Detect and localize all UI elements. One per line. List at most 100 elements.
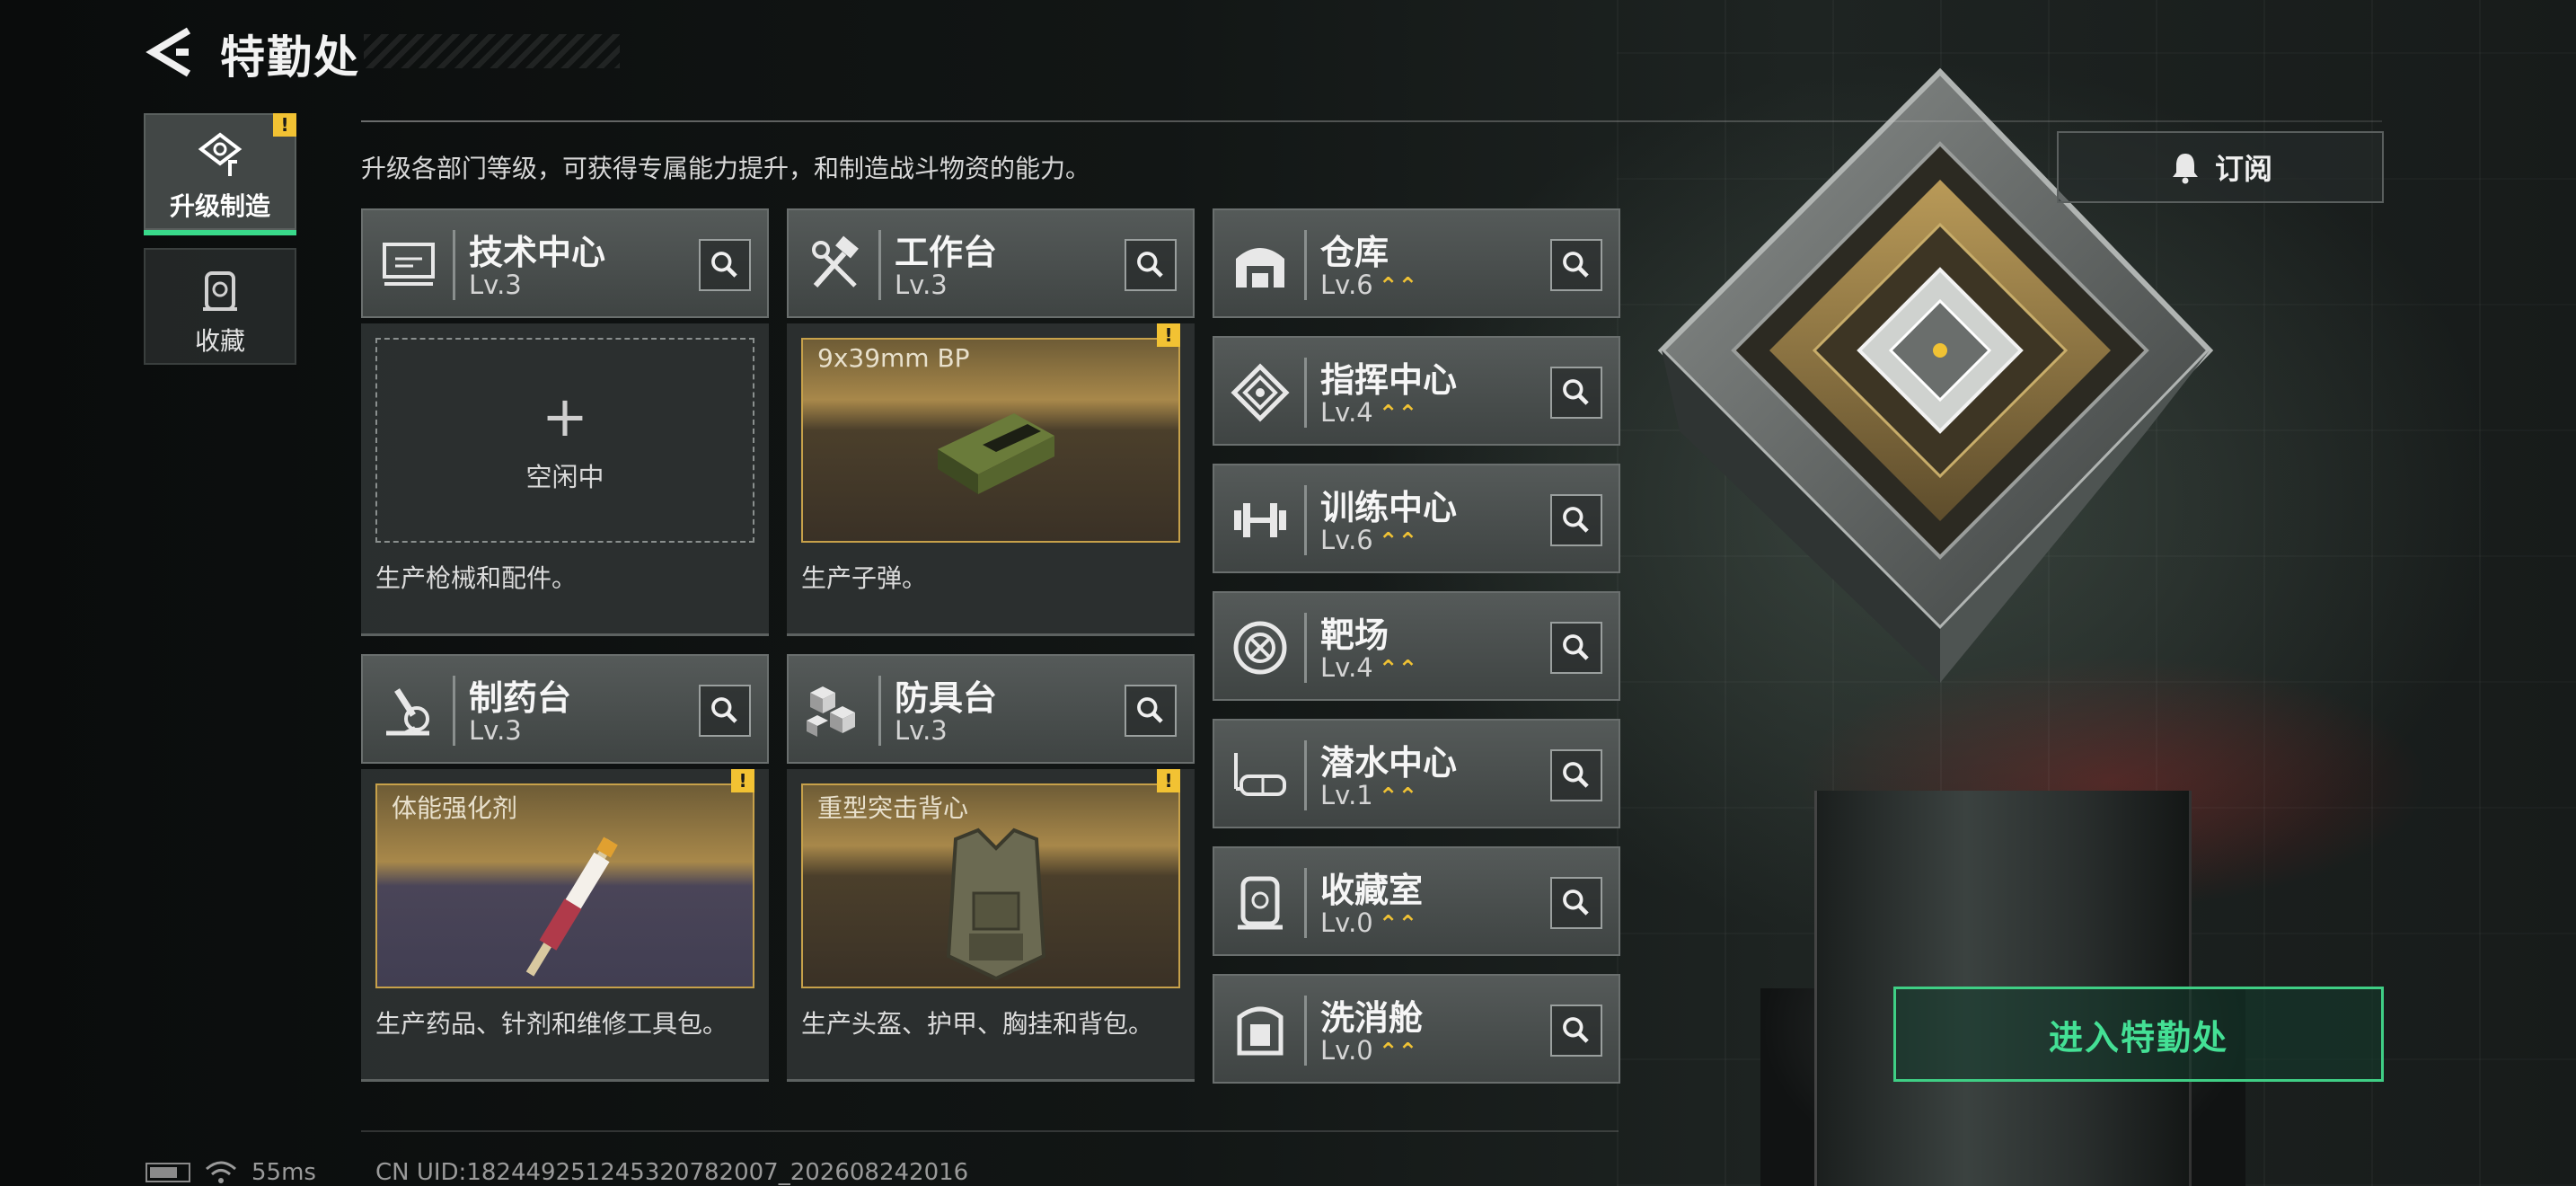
dept-name: 洗消舱 xyxy=(1320,998,1424,1038)
dept-name: 靶场 xyxy=(1320,615,1389,655)
level-text: Lv.0 xyxy=(1320,907,1373,938)
search-icon xyxy=(1563,762,1589,788)
dept-card-decon-chamber[interactable]: 洗消舱 Lv.0 ⌃⌃ xyxy=(1213,974,1620,1084)
dept-name: 仓库 xyxy=(1320,233,1389,272)
dept-level: Lv.3 xyxy=(469,715,522,746)
production-caption: 生产药品、针剂和维修工具包。 xyxy=(375,1009,728,1039)
dept-card-collection-room[interactable]: 收藏室 Lv.0 ⌃⌃ xyxy=(1213,846,1620,956)
level-text: Lv.0 xyxy=(1320,1035,1373,1066)
production-caption: 生产枪械和配件。 xyxy=(375,563,578,593)
armor-blocks-icon xyxy=(807,686,855,737)
dept-card-training-center[interactable]: 训练中心 Lv.6 ⌃⌃ xyxy=(1213,464,1620,573)
upgrade-available-icon: ⌃⌃ xyxy=(1378,783,1418,810)
warehouse-icon xyxy=(1236,248,1284,288)
production-panel-tech-center: + 空闲中 生产枪械和配件。 xyxy=(361,323,769,636)
tab-label: 升级制造 xyxy=(169,191,270,221)
dept-card-shooting-range[interactable]: 靶场 Lv.4 ⌃⌃ xyxy=(1213,591,1620,701)
microscope-icon xyxy=(386,688,429,736)
active-tab-indicator xyxy=(144,230,296,235)
ready-alert-badge: ! xyxy=(1157,769,1180,792)
search-button[interactable] xyxy=(699,239,751,291)
slot-status: 空闲中 xyxy=(525,462,604,492)
ping-value: 55ms xyxy=(251,1159,316,1186)
upgrade-available-icon: ⌃⌃ xyxy=(1378,1038,1418,1066)
dept-card-armor-bench[interactable]: 防具台 Lv.3 xyxy=(787,654,1195,764)
page-description: 升级各部门等级，可获得专属能力提升，和制造战斗物资的能力。 xyxy=(361,154,1091,183)
decon-chamber-icon xyxy=(1237,1006,1284,1056)
production-slot-active[interactable]: 体能强化剂 xyxy=(375,783,754,988)
status-bar: 55ms CN UID:18244925124532078​2007_20260… xyxy=(146,1159,968,1186)
dept-card-warehouse[interactable]: 仓库 Lv.6 ⌃⌃ xyxy=(1213,208,1620,318)
ammo-box-image xyxy=(938,413,1054,494)
search-button[interactable] xyxy=(1550,367,1602,419)
target-icon xyxy=(1233,621,1287,675)
separator xyxy=(1304,485,1307,555)
search-button[interactable] xyxy=(1550,622,1602,674)
production-caption: 生产子弹。 xyxy=(801,563,928,593)
search-button[interactable] xyxy=(1125,239,1177,291)
dept-level: Lv.3 xyxy=(895,715,948,746)
dept-level: Lv.6 ⌃⌃ xyxy=(1320,525,1417,555)
search-button[interactable] xyxy=(1550,239,1602,291)
bottom-divider xyxy=(361,1130,1619,1132)
search-button[interactable] xyxy=(1550,494,1602,546)
search-icon xyxy=(1563,890,1589,916)
bell-icon xyxy=(2172,154,2198,184)
tab-label: 收藏 xyxy=(194,326,245,356)
back-arrow-icon[interactable] xyxy=(144,25,194,79)
production-slot-idle[interactable]: + 空闲中 xyxy=(375,338,754,543)
upgrade-available-icon: ⌃⌃ xyxy=(1378,527,1418,555)
production-panel-workbench: 9x39mm BP ! 生产子弹。 xyxy=(787,323,1195,636)
vest-image xyxy=(946,828,1046,981)
search-button[interactable] xyxy=(1550,749,1602,801)
upgrade-available-icon: ⌃⌃ xyxy=(1378,272,1418,300)
enter-special-ops-button[interactable]: 进入特勤处 xyxy=(1893,987,2384,1082)
dept-card-workbench[interactable]: 工作台 Lv.3 xyxy=(787,208,1195,318)
subscribe-button[interactable]: 订阅 xyxy=(2057,131,2384,203)
dept-level: Lv.0 ⌃⌃ xyxy=(1320,907,1417,938)
dept-card-tech-center[interactable]: 技术中心 Lv.3 xyxy=(361,208,769,318)
level-text: Lv.1 xyxy=(1320,780,1373,810)
page-title: 特勤处 xyxy=(220,31,360,84)
dept-name: 潜水中心 xyxy=(1320,743,1458,783)
wifi-icon xyxy=(206,1161,236,1183)
dept-level: Lv.3 xyxy=(895,270,948,300)
upgrade-available-icon: ⌃⌃ xyxy=(1378,910,1418,938)
tab-upgrade-craft[interactable]: 升级制造 ! xyxy=(144,113,296,235)
separator xyxy=(1304,358,1307,428)
item-name: 体能强化剂 xyxy=(392,793,518,823)
dumbbell-icon xyxy=(1234,503,1286,537)
separator xyxy=(453,230,455,300)
upgrade-craft-icon xyxy=(198,132,243,176)
search-button[interactable] xyxy=(1550,1005,1602,1057)
production-slot-active[interactable]: 9x39mm BP xyxy=(801,338,1180,543)
ready-alert-badge: ! xyxy=(1157,323,1180,347)
dept-card-diving-center[interactable]: 潜水中心 Lv.1 ⌃⌃ xyxy=(1213,719,1620,828)
dept-card-command-center[interactable]: 指挥中心 Lv.4 ⌃⌃ xyxy=(1213,336,1620,446)
battery-icon xyxy=(146,1163,190,1182)
upgrade-available-icon: ⌃⌃ xyxy=(1378,400,1418,428)
ready-alert-badge: ! xyxy=(731,769,754,792)
separator xyxy=(453,676,455,746)
production-panel-armor-bench: 重型突击背心 ! 生产头盔、护甲、胸挂和背包。 xyxy=(787,769,1195,1082)
level-text: Lv.6 xyxy=(1320,525,1373,555)
search-button[interactable] xyxy=(1125,685,1177,737)
production-caption: 生产头盔、护甲、胸挂和背包。 xyxy=(801,1009,1154,1039)
separator xyxy=(878,676,881,746)
level-text: Lv.4 xyxy=(1320,397,1373,428)
separator xyxy=(878,230,881,300)
dept-level: Lv.3 xyxy=(469,270,522,300)
tab-collection[interactable]: 收藏 xyxy=(144,248,296,365)
separator xyxy=(1304,613,1307,683)
dept-level: Lv.0 ⌃⌃ xyxy=(1320,1035,1417,1066)
search-button[interactable] xyxy=(699,685,751,737)
dept-card-pharmacy[interactable]: 制药台 Lv.3 xyxy=(361,654,769,764)
search-icon xyxy=(1563,252,1589,278)
level-text: Lv.4 xyxy=(1320,652,1373,683)
search-button[interactable] xyxy=(1550,877,1602,929)
production-slot-active[interactable]: 重型突击背心 xyxy=(801,783,1180,988)
dept-level: Lv.6 ⌃⌃ xyxy=(1320,270,1417,300)
dept-name: 防具台 xyxy=(895,678,998,718)
upgrade-available-icon: ⌃⌃ xyxy=(1378,655,1418,683)
production-panel-pharmacy: 体能强化剂 ! 生产药品、针剂和维修工具包。 xyxy=(361,769,769,1082)
